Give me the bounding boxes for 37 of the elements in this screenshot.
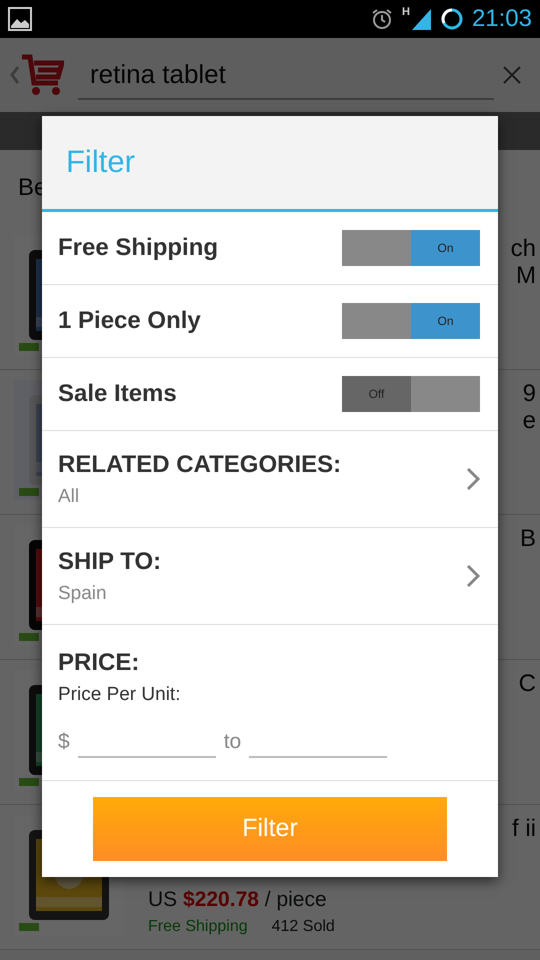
toggle-switch[interactable]: On xyxy=(342,303,480,339)
alarm-icon xyxy=(370,7,394,31)
signal-icon xyxy=(410,7,432,31)
product-title: f ii xyxy=(512,815,536,842)
option-value: All xyxy=(58,484,80,509)
toggle-switch[interactable]: Off xyxy=(342,376,480,412)
search-field[interactable]: retina tablet xyxy=(78,50,494,100)
range-separator: to xyxy=(224,729,242,755)
status-time: 21:03 xyxy=(472,4,532,34)
product-title: M xyxy=(516,262,536,289)
toggle-label: Free Shipping xyxy=(58,233,218,263)
chevron-right-icon[interactable] xyxy=(466,467,480,491)
product-title: e xyxy=(522,407,536,434)
product-title: C xyxy=(518,670,536,697)
back-icon[interactable] xyxy=(10,65,20,85)
image-icon xyxy=(8,7,32,31)
toggle-label: 1 Piece Only xyxy=(58,306,201,336)
product-title: B xyxy=(520,525,536,552)
chevron-right-icon[interactable] xyxy=(466,564,480,588)
clear-icon[interactable] xyxy=(502,65,522,85)
option-value: Spain xyxy=(58,582,108,606)
option-label[interactable]: SHIP TO: xyxy=(58,544,466,580)
price-sublabel: Price Per Unit: xyxy=(58,683,182,707)
option-label[interactable]: RELATED CATEGORIES: xyxy=(58,446,466,483)
shipping-label: Free Shipping xyxy=(148,917,248,937)
network-type-label: H xyxy=(402,5,410,20)
toggle-label: Sale Items xyxy=(58,379,177,409)
price-text: US $220.78 / piece xyxy=(148,886,328,912)
cart-logo-icon[interactable] xyxy=(20,53,64,97)
price-heading: PRICE: xyxy=(58,648,140,678)
toggle-switch[interactable]: On xyxy=(342,230,480,266)
product-title: ch xyxy=(510,235,536,262)
dialog-title: Filter xyxy=(66,143,135,182)
sync-icon xyxy=(440,7,464,31)
currency-label: $ xyxy=(58,729,70,755)
product-title: 9 xyxy=(522,380,536,407)
sold-count: 412 Sold xyxy=(272,917,335,937)
